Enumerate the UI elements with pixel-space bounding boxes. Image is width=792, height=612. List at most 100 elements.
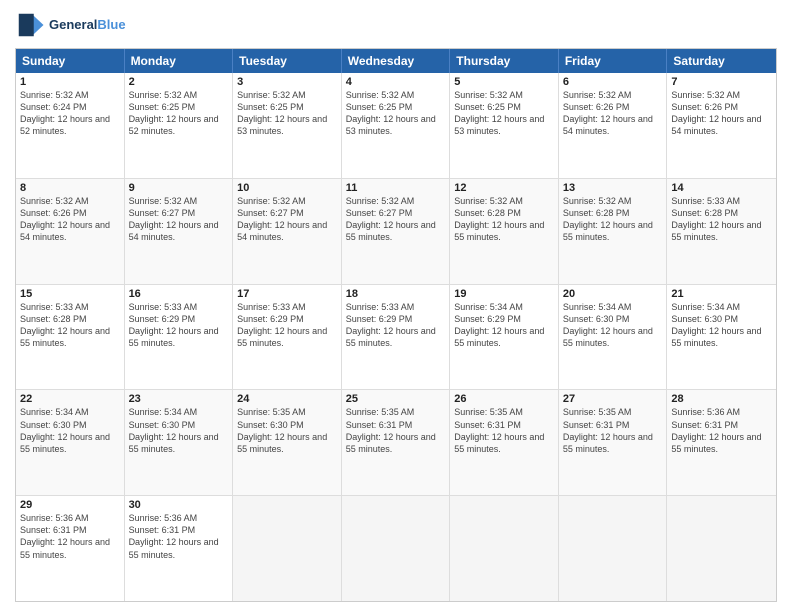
day-info: Sunrise: 5:34 AMSunset: 6:30 PMDaylight:… xyxy=(20,406,120,455)
day-info: Sunrise: 5:34 AMSunset: 6:29 PMDaylight:… xyxy=(454,301,554,350)
header: GeneralBlue xyxy=(15,10,777,40)
day-info: Sunrise: 5:32 AMSunset: 6:27 PMDaylight:… xyxy=(237,195,337,244)
day-info: Sunrise: 5:32 AMSunset: 6:28 PMDaylight:… xyxy=(563,195,663,244)
weekday-header: Wednesday xyxy=(342,49,451,73)
day-info: Sunrise: 5:32 AMSunset: 6:26 PMDaylight:… xyxy=(563,89,663,138)
day-info: Sunrise: 5:32 AMSunset: 6:25 PMDaylight:… xyxy=(129,89,229,138)
weekday-header: Monday xyxy=(125,49,234,73)
calendar-day-cell: 8Sunrise: 5:32 AMSunset: 6:26 PMDaylight… xyxy=(16,179,125,284)
calendar-day-cell: 20Sunrise: 5:34 AMSunset: 6:30 PMDayligh… xyxy=(559,285,668,390)
calendar-day-cell: 11Sunrise: 5:32 AMSunset: 6:27 PMDayligh… xyxy=(342,179,451,284)
day-info: Sunrise: 5:36 AMSunset: 6:31 PMDaylight:… xyxy=(20,512,120,561)
calendar-day-cell: 14Sunrise: 5:33 AMSunset: 6:28 PMDayligh… xyxy=(667,179,776,284)
calendar-day-cell: 29Sunrise: 5:36 AMSunset: 6:31 PMDayligh… xyxy=(16,496,125,601)
calendar-day-cell: 21Sunrise: 5:34 AMSunset: 6:30 PMDayligh… xyxy=(667,285,776,390)
calendar-day-cell: 7Sunrise: 5:32 AMSunset: 6:26 PMDaylight… xyxy=(667,73,776,178)
calendar-body: 1Sunrise: 5:32 AMSunset: 6:24 PMDaylight… xyxy=(16,73,776,601)
logo-icon xyxy=(15,10,45,40)
day-number: 4 xyxy=(346,76,446,88)
day-info: Sunrise: 5:33 AMSunset: 6:28 PMDaylight:… xyxy=(671,195,772,244)
calendar-day-cell: 30Sunrise: 5:36 AMSunset: 6:31 PMDayligh… xyxy=(125,496,234,601)
calendar-day-cell: 18Sunrise: 5:33 AMSunset: 6:29 PMDayligh… xyxy=(342,285,451,390)
day-number: 13 xyxy=(563,182,663,194)
calendar-day-cell: 23Sunrise: 5:34 AMSunset: 6:30 PMDayligh… xyxy=(125,390,234,495)
day-number: 27 xyxy=(563,393,663,405)
calendar-day-cell: 12Sunrise: 5:32 AMSunset: 6:28 PMDayligh… xyxy=(450,179,559,284)
day-number: 12 xyxy=(454,182,554,194)
day-number: 19 xyxy=(454,288,554,300)
calendar-week-row: 22Sunrise: 5:34 AMSunset: 6:30 PMDayligh… xyxy=(16,390,776,496)
day-number: 14 xyxy=(671,182,772,194)
weekday-header: Sunday xyxy=(16,49,125,73)
day-number: 24 xyxy=(237,393,337,405)
day-info: Sunrise: 5:33 AMSunset: 6:29 PMDaylight:… xyxy=(346,301,446,350)
calendar-day-cell xyxy=(667,496,776,601)
day-number: 3 xyxy=(237,76,337,88)
day-number: 30 xyxy=(129,499,229,511)
calendar-day-cell: 15Sunrise: 5:33 AMSunset: 6:28 PMDayligh… xyxy=(16,285,125,390)
day-info: Sunrise: 5:35 AMSunset: 6:30 PMDaylight:… xyxy=(237,406,337,455)
day-number: 25 xyxy=(346,393,446,405)
day-info: Sunrise: 5:32 AMSunset: 6:25 PMDaylight:… xyxy=(454,89,554,138)
calendar-day-cell: 4Sunrise: 5:32 AMSunset: 6:25 PMDaylight… xyxy=(342,73,451,178)
day-info: Sunrise: 5:33 AMSunset: 6:29 PMDaylight:… xyxy=(237,301,337,350)
day-info: Sunrise: 5:32 AMSunset: 6:27 PMDaylight:… xyxy=(129,195,229,244)
day-info: Sunrise: 5:34 AMSunset: 6:30 PMDaylight:… xyxy=(563,301,663,350)
day-info: Sunrise: 5:32 AMSunset: 6:26 PMDaylight:… xyxy=(20,195,120,244)
day-info: Sunrise: 5:32 AMSunset: 6:24 PMDaylight:… xyxy=(20,89,120,138)
weekday-header: Tuesday xyxy=(233,49,342,73)
calendar-week-row: 8Sunrise: 5:32 AMSunset: 6:26 PMDaylight… xyxy=(16,179,776,285)
calendar-day-cell xyxy=(559,496,668,601)
day-number: 26 xyxy=(454,393,554,405)
day-info: Sunrise: 5:32 AMSunset: 6:26 PMDaylight:… xyxy=(671,89,772,138)
day-info: Sunrise: 5:32 AMSunset: 6:28 PMDaylight:… xyxy=(454,195,554,244)
calendar-day-cell: 10Sunrise: 5:32 AMSunset: 6:27 PMDayligh… xyxy=(233,179,342,284)
logo: GeneralBlue xyxy=(15,10,126,40)
calendar-day-cell: 22Sunrise: 5:34 AMSunset: 6:30 PMDayligh… xyxy=(16,390,125,495)
day-info: Sunrise: 5:33 AMSunset: 6:29 PMDaylight:… xyxy=(129,301,229,350)
calendar-week-row: 1Sunrise: 5:32 AMSunset: 6:24 PMDaylight… xyxy=(16,73,776,179)
logo-text: GeneralBlue xyxy=(49,17,126,33)
weekday-header: Thursday xyxy=(450,49,559,73)
day-number: 7 xyxy=(671,76,772,88)
day-number: 6 xyxy=(563,76,663,88)
weekday-header: Friday xyxy=(559,49,668,73)
calendar-day-cell: 26Sunrise: 5:35 AMSunset: 6:31 PMDayligh… xyxy=(450,390,559,495)
calendar-day-cell: 27Sunrise: 5:35 AMSunset: 6:31 PMDayligh… xyxy=(559,390,668,495)
day-info: Sunrise: 5:35 AMSunset: 6:31 PMDaylight:… xyxy=(454,406,554,455)
calendar: SundayMondayTuesdayWednesdayThursdayFrid… xyxy=(15,48,777,602)
day-number: 20 xyxy=(563,288,663,300)
calendar-day-cell: 24Sunrise: 5:35 AMSunset: 6:30 PMDayligh… xyxy=(233,390,342,495)
calendar-day-cell: 25Sunrise: 5:35 AMSunset: 6:31 PMDayligh… xyxy=(342,390,451,495)
calendar-day-cell: 9Sunrise: 5:32 AMSunset: 6:27 PMDaylight… xyxy=(125,179,234,284)
page: GeneralBlue SundayMondayTuesdayWednesday… xyxy=(0,0,792,612)
calendar-day-cell: 6Sunrise: 5:32 AMSunset: 6:26 PMDaylight… xyxy=(559,73,668,178)
day-number: 2 xyxy=(129,76,229,88)
day-info: Sunrise: 5:34 AMSunset: 6:30 PMDaylight:… xyxy=(129,406,229,455)
calendar-day-cell xyxy=(450,496,559,601)
day-info: Sunrise: 5:35 AMSunset: 6:31 PMDaylight:… xyxy=(346,406,446,455)
calendar-day-cell: 5Sunrise: 5:32 AMSunset: 6:25 PMDaylight… xyxy=(450,73,559,178)
calendar-day-cell xyxy=(342,496,451,601)
calendar-day-cell: 28Sunrise: 5:36 AMSunset: 6:31 PMDayligh… xyxy=(667,390,776,495)
day-number: 10 xyxy=(237,182,337,194)
day-info: Sunrise: 5:32 AMSunset: 6:25 PMDaylight:… xyxy=(237,89,337,138)
day-number: 22 xyxy=(20,393,120,405)
calendar-day-cell: 13Sunrise: 5:32 AMSunset: 6:28 PMDayligh… xyxy=(559,179,668,284)
calendar-day-cell: 1Sunrise: 5:32 AMSunset: 6:24 PMDaylight… xyxy=(16,73,125,178)
day-number: 5 xyxy=(454,76,554,88)
day-number: 15 xyxy=(20,288,120,300)
day-number: 28 xyxy=(671,393,772,405)
day-info: Sunrise: 5:35 AMSunset: 6:31 PMDaylight:… xyxy=(563,406,663,455)
day-number: 11 xyxy=(346,182,446,194)
day-info: Sunrise: 5:34 AMSunset: 6:30 PMDaylight:… xyxy=(671,301,772,350)
day-info: Sunrise: 5:36 AMSunset: 6:31 PMDaylight:… xyxy=(671,406,772,455)
day-number: 9 xyxy=(129,182,229,194)
day-number: 21 xyxy=(671,288,772,300)
day-info: Sunrise: 5:33 AMSunset: 6:28 PMDaylight:… xyxy=(20,301,120,350)
calendar-day-cell: 2Sunrise: 5:32 AMSunset: 6:25 PMDaylight… xyxy=(125,73,234,178)
day-info: Sunrise: 5:36 AMSunset: 6:31 PMDaylight:… xyxy=(129,512,229,561)
day-number: 23 xyxy=(129,393,229,405)
day-info: Sunrise: 5:32 AMSunset: 6:27 PMDaylight:… xyxy=(346,195,446,244)
calendar-header: SundayMondayTuesdayWednesdayThursdayFrid… xyxy=(16,49,776,73)
